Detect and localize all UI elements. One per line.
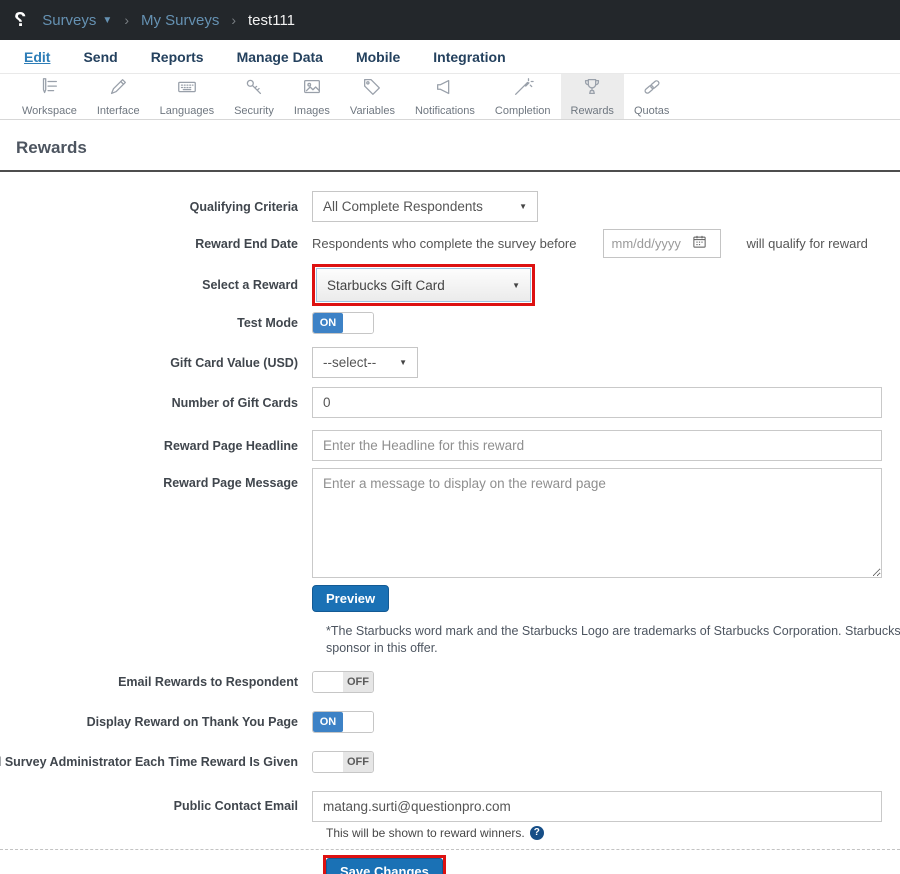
security-icon bbox=[242, 76, 266, 103]
tab-send[interactable]: Send bbox=[83, 49, 117, 65]
public-email-label: Public Contact Email bbox=[174, 799, 298, 813]
languages-icon bbox=[175, 76, 199, 103]
email-admin-toggle[interactable]: OFF bbox=[312, 751, 374, 773]
email-rewards-toggle[interactable]: OFF bbox=[312, 671, 374, 693]
toolbar-item-workspace[interactable]: Workspace bbox=[12, 74, 87, 119]
toolbar-item-security[interactable]: Security bbox=[224, 74, 284, 119]
images-icon bbox=[300, 76, 324, 103]
test-mode-label: Test Mode bbox=[237, 316, 298, 330]
tab-manage-data[interactable]: Manage Data bbox=[237, 49, 323, 65]
toolbar-item-quotas[interactable]: Quotas bbox=[624, 74, 679, 119]
rewards-trophy-icon bbox=[580, 76, 604, 103]
breadcrumb-separator: › bbox=[231, 12, 236, 28]
qualifying-criteria-label: Qualifying Criteria bbox=[190, 200, 298, 214]
toolbar-item-interface[interactable]: Interface bbox=[87, 74, 150, 119]
chevron-down-icon: ▼ bbox=[512, 281, 520, 290]
end-date-input[interactable] bbox=[612, 236, 692, 251]
end-date-suffix-text: will qualify for reward bbox=[747, 236, 868, 251]
email-rewards-label: Email Rewards to Respondent bbox=[118, 675, 298, 689]
message-textarea[interactable] bbox=[312, 468, 882, 578]
email-admin-label: Email Survey Administrator Each Time Rew… bbox=[0, 755, 298, 769]
breadcrumb-surveys[interactable]: Surveys bbox=[42, 12, 96, 29]
test-mode-toggle[interactable]: ON bbox=[312, 312, 374, 334]
breadcrumb-my-surveys[interactable]: My Surveys bbox=[141, 12, 219, 29]
toolbar-item-completion[interactable]: Completion bbox=[485, 74, 561, 119]
variables-icon bbox=[360, 76, 384, 103]
page-title: Rewards bbox=[16, 138, 884, 158]
toolbar-item-languages[interactable]: Languages bbox=[150, 74, 224, 119]
display-reward-label: Display Reward on Thank You Page bbox=[87, 715, 298, 729]
message-label: Reward Page Message bbox=[163, 476, 298, 490]
starbucks-trademark-note: *The Starbucks word mark and the Starbuc… bbox=[326, 623, 900, 657]
reward-end-date-label: Reward End Date bbox=[195, 237, 298, 251]
public-email-input[interactable] bbox=[312, 791, 882, 822]
save-changes-button[interactable]: Save Changes bbox=[326, 858, 443, 874]
chevron-down-icon: ▼ bbox=[519, 202, 527, 211]
preview-button[interactable]: Preview bbox=[312, 585, 389, 612]
headline-input[interactable] bbox=[312, 430, 882, 461]
questionpro-logo-icon[interactable]: ? bbox=[14, 10, 26, 30]
quotas-chain-icon bbox=[640, 76, 664, 103]
tab-mobile[interactable]: Mobile bbox=[356, 49, 400, 65]
gift-card-value-select[interactable]: --select-- ▼ bbox=[312, 347, 418, 378]
annotation-highlight-save: Save Changes bbox=[323, 855, 446, 874]
annotation-highlight-select-reward: Starbucks Gift Card ▼ bbox=[312, 264, 535, 306]
rewards-form: Qualifying Criteria All Complete Respond… bbox=[0, 172, 900, 874]
toolbar-item-rewards[interactable]: Rewards bbox=[561, 74, 624, 119]
end-date-field[interactable] bbox=[603, 229, 721, 258]
interface-icon bbox=[106, 76, 130, 103]
toolbar-item-images[interactable]: Images bbox=[284, 74, 340, 119]
top-header-bar: ? Surveys ▼ › My Surveys › test111 bbox=[0, 0, 900, 40]
chevron-down-icon: ▼ bbox=[399, 358, 407, 367]
tab-edit[interactable]: Edit bbox=[24, 49, 50, 65]
breadcrumb-current-survey: test111 bbox=[248, 12, 295, 29]
toolbar-item-variables[interactable]: Variables bbox=[340, 74, 405, 119]
toolbar-item-notifications[interactable]: Notifications bbox=[405, 74, 485, 119]
edit-icon-toolbar: Workspace Interface Languages Security I… bbox=[0, 74, 900, 120]
headline-label: Reward Page Headline bbox=[164, 439, 298, 453]
select-reward-label: Select a Reward bbox=[202, 278, 298, 292]
num-gift-cards-input[interactable] bbox=[312, 387, 882, 418]
completion-icon bbox=[511, 76, 535, 103]
end-date-prefix-text: Respondents who complete the survey befo… bbox=[312, 236, 577, 251]
workspace-icon bbox=[37, 76, 61, 103]
gift-card-value-label: Gift Card Value (USD) bbox=[170, 356, 298, 370]
notifications-icon bbox=[433, 76, 457, 103]
select-reward-select[interactable]: Starbucks Gift Card ▼ bbox=[316, 268, 531, 302]
qualifying-criteria-select[interactable]: All Complete Respondents ▼ bbox=[312, 191, 538, 222]
public-email-helper: This will be shown to reward winners. ? bbox=[326, 826, 900, 840]
help-icon[interactable]: ? bbox=[530, 826, 544, 840]
dashed-divider bbox=[0, 849, 900, 850]
tab-reports[interactable]: Reports bbox=[151, 49, 204, 65]
display-reward-toggle[interactable]: ON bbox=[312, 711, 374, 733]
tab-integration[interactable]: Integration bbox=[433, 49, 505, 65]
main-tab-bar: Edit Send Reports Manage Data Mobile Int… bbox=[0, 40, 900, 74]
breadcrumb-separator: › bbox=[124, 12, 129, 28]
chevron-down-icon[interactable]: ▼ bbox=[102, 15, 112, 26]
num-gift-cards-label: Number of Gift Cards bbox=[172, 396, 298, 410]
calendar-icon[interactable] bbox=[692, 234, 707, 254]
